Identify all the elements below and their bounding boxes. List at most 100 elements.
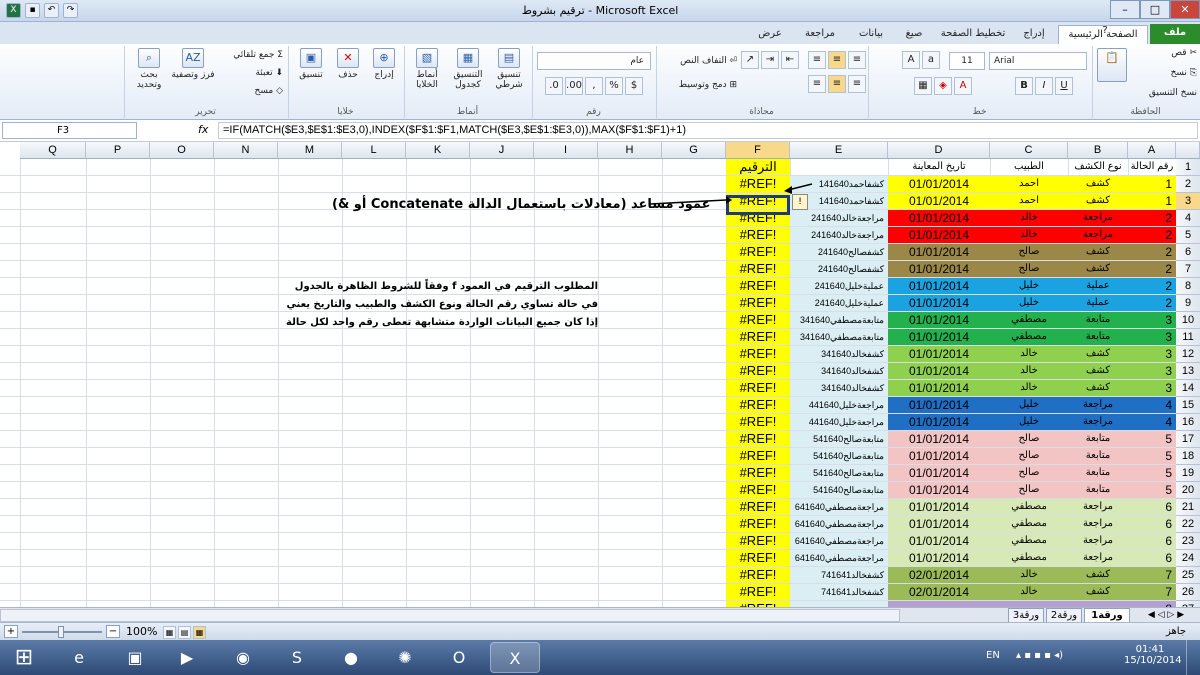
zoom-out-icon[interactable]: − — [106, 625, 120, 638]
skype-icon[interactable]: S — [272, 642, 322, 673]
align-right-icon[interactable]: ≡ — [808, 75, 826, 93]
row-header-10[interactable]: 10 — [1176, 312, 1200, 329]
header-doctor[interactable]: الطبيب — [990, 159, 1068, 175]
cell-case-number[interactable]: 6 — [1128, 533, 1176, 549]
fill-color-icon[interactable]: ◈ — [934, 77, 952, 95]
cell-doctor[interactable]: خالد — [990, 227, 1068, 243]
cell-exam-date[interactable]: 01/01/2014 — [888, 499, 990, 515]
cell-exam-date[interactable]: 01/01/2014 — [888, 516, 990, 532]
tab-formulas[interactable]: صيغ — [896, 25, 932, 44]
cell-helper-key[interactable]: 4مراجعةخليل41640 — [790, 397, 888, 413]
format-as-table-button[interactable]: ▦ التنسيق كجدول — [447, 48, 489, 90]
cell-helper-key[interactable]: 2عمليةخليل41640 — [790, 278, 888, 294]
insert-cells-button[interactable]: ⊕ إدراج — [367, 48, 401, 80]
cell-helper-key[interactable]: 7كشفخالد41641 — [790, 567, 888, 583]
cell-exam-type[interactable]: متابعة — [1068, 482, 1128, 498]
grow-font-icon[interactable]: A — [902, 51, 920, 69]
cell-case-number[interactable]: 6 — [1128, 550, 1176, 566]
cell-exam-type[interactable]: كشف — [1068, 176, 1128, 192]
cell-numbering[interactable]: #REF! — [726, 397, 790, 413]
cell-exam-date[interactable]: 02/01/2014 — [888, 584, 990, 600]
outdent-icon[interactable]: ⇤ — [781, 51, 799, 69]
maximize-button[interactable]: □ — [1140, 0, 1170, 19]
cell-doctor[interactable]: خالد — [990, 363, 1068, 379]
conditional-format-button[interactable]: ▤ تنسيق شرطي — [489, 48, 529, 90]
merge-center-button[interactable]: دمج وتوسيط ⊞ — [663, 80, 737, 90]
row-header-3[interactable]: 3 — [1176, 193, 1200, 210]
row-header-12[interactable]: 12 — [1176, 346, 1200, 363]
cell-doctor[interactable]: احمد — [990, 193, 1068, 209]
cell-numbering[interactable]: #REF! — [726, 516, 790, 532]
cell-exam-type[interactable]: مراجعة — [1068, 414, 1128, 430]
error-warning-icon[interactable]: ! — [792, 194, 808, 210]
internet-explorer-icon[interactable]: e — [54, 642, 104, 673]
cell-case-number[interactable]: 2 — [1128, 278, 1176, 294]
indent-icon[interactable]: ⇥ — [761, 51, 779, 69]
cell-case-number[interactable]: 6 — [1128, 516, 1176, 532]
delete-cells-button[interactable]: ✕ حذف — [331, 48, 365, 80]
cell-numbering[interactable]: #REF! — [726, 567, 790, 583]
cell-exam-date[interactable]: 01/01/2014 — [888, 533, 990, 549]
currency-icon[interactable]: $ — [625, 77, 643, 95]
cell-numbering[interactable]: #REF! — [726, 533, 790, 549]
column-header-c[interactable]: C — [990, 142, 1068, 159]
cell-doctor[interactable]: مصطفي — [990, 312, 1068, 328]
help-icon[interactable]: ? — [1094, 22, 1116, 41]
cell-exam-date[interactable]: 01/01/2014 — [888, 227, 990, 243]
cell-numbering[interactable]: #REF! — [726, 176, 790, 192]
name-box[interactable]: F3 — [2, 122, 137, 139]
excel-taskbar-icon[interactable]: X — [490, 642, 540, 673]
horizontal-scrollbar[interactable] — [0, 609, 900, 622]
cell-doctor[interactable]: خليل — [990, 414, 1068, 430]
sort-filter-button[interactable]: AZ فرز وتصفية — [171, 48, 215, 80]
column-header-d[interactable]: D — [888, 142, 990, 159]
shrink-font-icon[interactable]: a — [922, 51, 940, 69]
cell-case-number[interactable]: 2 — [1128, 244, 1176, 260]
tab-review[interactable]: مراجعة — [794, 25, 846, 44]
cell-helper-key[interactable]: 4مراجعةخليل41640 — [790, 414, 888, 430]
row-header-13[interactable]: 13 — [1176, 363, 1200, 380]
header-numbering[interactable]: الترقيم — [726, 159, 790, 175]
cell-doctor[interactable]: خالد — [990, 380, 1068, 396]
tab-page-layout[interactable]: تخطيط الصفحة — [936, 25, 1010, 44]
cell-helper-key[interactable]: 5متابعةصالح41640 — [790, 482, 888, 498]
sheet-nav-arrows[interactable]: ◀ ◁ ▷ ▶ — [1134, 608, 1198, 623]
comma-style-icon[interactable]: , — [585, 77, 603, 95]
row-header-21[interactable]: 21 — [1176, 499, 1200, 516]
cell-case-number[interactable]: 3 — [1128, 312, 1176, 328]
font-name-select[interactable]: Arial — [989, 52, 1087, 70]
cell-helper-key[interactable]: 3كشفخالد41640 — [790, 346, 888, 362]
cell-helper-key[interactable]: 5متابعةصالح41640 — [790, 431, 888, 447]
cell-exam-type[interactable]: متابعة — [1068, 448, 1128, 464]
cell-case-number[interactable]: 1 — [1128, 193, 1176, 209]
cell-helper-key[interactable]: 2مراجعةخالد41640 — [790, 227, 888, 243]
cell-numbering[interactable]: #REF! — [726, 465, 790, 481]
cell-helper-key[interactable]: 3متابعةمصطفي41640 — [790, 329, 888, 345]
language-indicator[interactable]: EN — [986, 650, 1000, 661]
cell-numbering[interactable]: #REF! — [726, 499, 790, 515]
cell-helper-key[interactable]: 2عمليةخليل41640 — [790, 295, 888, 311]
cell-exam-date[interactable]: 01/01/2014 — [888, 431, 990, 447]
cell-numbering[interactable]: #REF! — [726, 278, 790, 294]
cell-exam-date[interactable]: 01/01/2014 — [888, 346, 990, 362]
tab-file[interactable]: ملف — [1150, 24, 1200, 44]
cell-numbering[interactable]: #REF! — [726, 261, 790, 277]
select-all-corner[interactable] — [1176, 142, 1200, 159]
cell-case-number[interactable]: 7 — [1128, 567, 1176, 583]
cell-doctor[interactable]: صالح — [990, 261, 1068, 277]
clear-button[interactable]: مسح ◇ — [217, 86, 283, 96]
cell-exam-date[interactable]: 01/01/2014 — [888, 176, 990, 192]
cell-numbering[interactable]: #REF! — [726, 244, 790, 260]
copy-button[interactable]: نسخ ⎘ — [1131, 68, 1197, 78]
cell-exam-type[interactable]: مراجعة — [1068, 550, 1128, 566]
font-size-select[interactable]: 11 — [949, 52, 985, 70]
align-top-icon[interactable]: ≡ — [808, 51, 826, 69]
percent-style-icon[interactable]: % — [605, 77, 623, 95]
cell-numbering[interactable]: #REF! — [726, 482, 790, 498]
underline-icon[interactable]: U — [1055, 77, 1073, 95]
cell-case-number[interactable]: 5 — [1128, 465, 1176, 481]
cell-exam-type[interactable]: متابعة — [1068, 329, 1128, 345]
cell-numbering[interactable]: #REF! — [726, 363, 790, 379]
column-header-g[interactable]: G — [662, 142, 726, 159]
increase-decimal-icon[interactable]: .00 — [565, 77, 583, 95]
